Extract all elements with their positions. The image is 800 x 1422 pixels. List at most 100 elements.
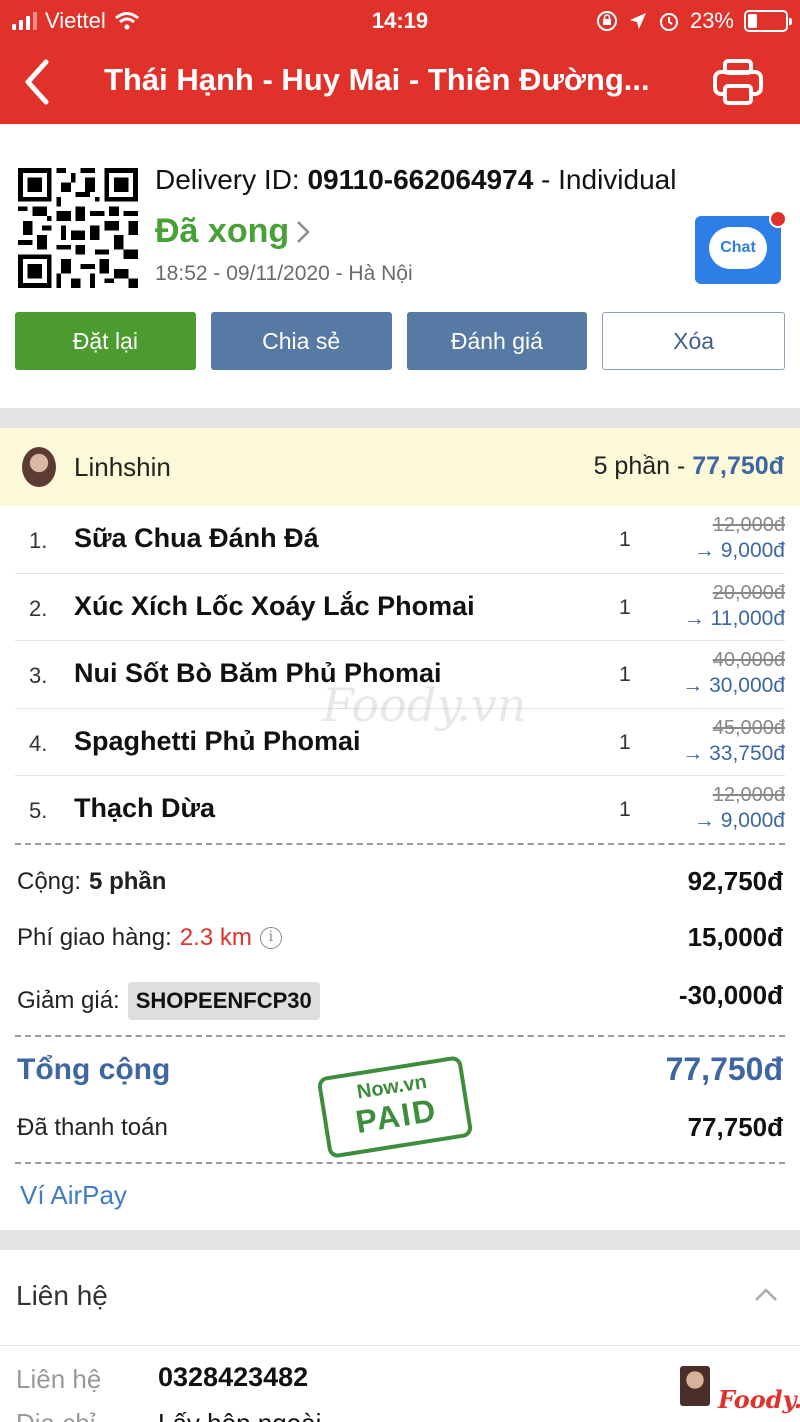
- address-value: Lấy hộp ngoài: [158, 1408, 321, 1422]
- contact-phone[interactable]: 0328423482: [158, 1362, 308, 1393]
- subtotal-label: Cộng: 5 phần: [17, 868, 166, 896]
- top-bar: Viettel 14:19 23% .battery::before{wi: [0, 0, 800, 124]
- page-title: Thái Hạnh - Huy Mai - Thiên Đường...: [104, 62, 650, 97]
- chevron-up-icon[interactable]: [754, 1286, 778, 1302]
- share-button[interactable]: Chia sẻ: [210, 312, 392, 370]
- total-label: Tổng cộng: [17, 1053, 171, 1086]
- delete-button[interactable]: Xóa: [602, 312, 785, 370]
- avatar: [680, 1366, 710, 1406]
- dashed-divider: [15, 843, 785, 845]
- orderer-sep: -: [670, 452, 693, 480]
- item-name: Xúc Xích Lốc Xoáy Lắc Phomai: [74, 590, 475, 621]
- alarm-icon: [659, 13, 678, 31]
- item-qty: 1: [619, 595, 631, 619]
- item-list: 1. Sữa Chua Đánh Đá 1 12,000đ → 9,000đ 2…: [15, 506, 785, 844]
- contact-phone-row: Liên hệ 0328423482: [16, 1360, 784, 1406]
- item-old-price: 20,000đ: [712, 581, 785, 604]
- dashed-divider: [15, 1035, 785, 1037]
- item-qty: 1: [619, 798, 631, 821]
- discount-row: Giảm giá: SHOPEENFCP30 -30,000đ: [17, 978, 783, 1020]
- item-number: 1.: [29, 528, 48, 553]
- item-old-price: 12,000đ: [712, 514, 785, 536]
- list-item: 1. Sữa Chua Đánh Đá 1 12,000đ → 9,000đ: [15, 506, 785, 574]
- item-qty: 1: [619, 663, 631, 686]
- battery-percent: 23%: [689, 8, 734, 33]
- status-right: 23% .battery::before{width:23%;}: [596, 8, 792, 34]
- foody-watermark: Foody.vn: [322, 678, 527, 732]
- item-new-price: → 11,000đ: [683, 606, 785, 630]
- paid-label: Đã thanh toán: [17, 1114, 168, 1141]
- item-name: Sữa Chua Đánh Đá: [74, 523, 319, 553]
- paid-value: 77,750đ: [687, 1112, 783, 1142]
- item-name: Spaghetti Phủ Phomai: [74, 725, 361, 756]
- rate-button[interactable]: Đánh giá: [406, 312, 588, 370]
- discount-value: -30,000đ: [678, 980, 783, 1010]
- shipping-text: Phí giao hàng:: [17, 924, 172, 951]
- qr-code: [18, 168, 138, 288]
- info-icon[interactable]: i: [259, 927, 282, 949]
- item-number: 2.: [29, 595, 48, 621]
- reorder-button[interactable]: Đặt lại: [15, 312, 196, 370]
- item-qty: 1: [619, 730, 631, 754]
- chevron-right-icon: [297, 220, 310, 243]
- subtotal-text: Cộng:: [17, 868, 82, 895]
- action-buttons: Đặt lại Chia sẻ Đánh giá Xóa: [15, 312, 785, 370]
- shipping-value: 15,000đ: [687, 922, 783, 952]
- list-item: 2. Xúc Xích Lốc Xoáy Lắc Phomai 1 20,000…: [15, 574, 785, 641]
- orderer-row: Linhshin 5 phần - 77,750đ: [0, 428, 800, 506]
- subtotal-row: Cộng: 5 phần 92,750đ: [17, 864, 783, 904]
- item-old-price: 12,000đ: [712, 784, 785, 806]
- orderer-summary: 5 phần - 77,750đ: [594, 452, 784, 481]
- item-number: 3.: [29, 663, 48, 688]
- item-new-price: → 30,000đ: [682, 674, 785, 697]
- orderer-qty: 5 phần: [593, 452, 671, 480]
- order-status-label: Đã xong: [155, 212, 290, 250]
- order-status[interactable]: Đã xong: [155, 212, 311, 251]
- section-divider: [0, 408, 800, 428]
- notification-dot: [769, 210, 787, 228]
- discount-code-badge: SHOPEENFCP30: [127, 982, 320, 1020]
- contact-label: Liên hệ: [16, 1364, 102, 1394]
- foody-logo: Foody.vn: [718, 1385, 800, 1414]
- item-old-price: 40,000đ: [712, 649, 785, 671]
- contact-section-title: Liên hệ: [16, 1280, 108, 1311]
- order-datetime: 18:52 - 09/11/2020 - Hà Nội: [155, 262, 413, 285]
- battery-icon: .battery::before{width:23%;}: [744, 10, 792, 32]
- item-number: 5.: [29, 798, 48, 823]
- item-number: 4.: [29, 730, 48, 756]
- item-name: Thạch Dừa: [74, 793, 216, 823]
- payment-method: Ví AirPay: [20, 1180, 127, 1210]
- avatar: [22, 447, 56, 487]
- delivery-id-value: 09110-662064974: [307, 164, 534, 195]
- chat-bubble-icon: Chat: [709, 227, 767, 269]
- printer-icon[interactable]: [712, 58, 764, 106]
- orderer-name: Linhshin: [74, 452, 171, 482]
- shipping-row: Phí giao hàng: 2.3 km i 15,000đ: [17, 920, 783, 960]
- shipping-label: Phí giao hàng: 2.3 km i: [17, 924, 282, 952]
- back-arrow-icon[interactable]: [18, 56, 58, 108]
- rotation-lock-icon: [596, 11, 617, 31]
- orderer-total: 77,750đ: [692, 452, 784, 480]
- chat-button[interactable]: Chat: [695, 210, 787, 284]
- subtotal-count: 5 phần: [89, 868, 167, 895]
- item-old-price: 45,000đ: [712, 716, 785, 739]
- address-label: Địa chỉ: [16, 1408, 95, 1422]
- nav-bar: Thái Hạnh - Huy Mai - Thiên Đường...: [0, 50, 800, 116]
- subtotal-value: 92,750đ: [687, 866, 783, 896]
- discount-label: Giảm giá: SHOPEENFCP30: [17, 982, 320, 1020]
- list-item: 5. Thạch Dừa 1 12,000đ → 9,000đ: [15, 776, 785, 844]
- delivery-id: Delivery ID: 09110-662064974 - Individua…: [155, 164, 676, 196]
- contact-section-header[interactable]: Liên hệ: [0, 1250, 800, 1346]
- location-icon: [629, 13, 646, 29]
- dashed-divider: [15, 1162, 785, 1164]
- delivery-type: - Individual: [533, 164, 677, 195]
- section-divider: [0, 1230, 800, 1250]
- shipping-distance: 2.3 km: [179, 924, 252, 951]
- status-bar: Viettel 14:19 23% .battery::before{wi: [0, 6, 800, 38]
- item-new-price: → 9,000đ: [693, 809, 785, 832]
- discount-text: Giảm giá:: [17, 987, 120, 1014]
- delivery-id-label: Delivery ID:: [155, 164, 308, 195]
- item-new-price: → 33,750đ: [682, 741, 785, 765]
- item-new-price: → 9,000đ: [693, 539, 785, 562]
- item-qty: 1: [619, 528, 631, 551]
